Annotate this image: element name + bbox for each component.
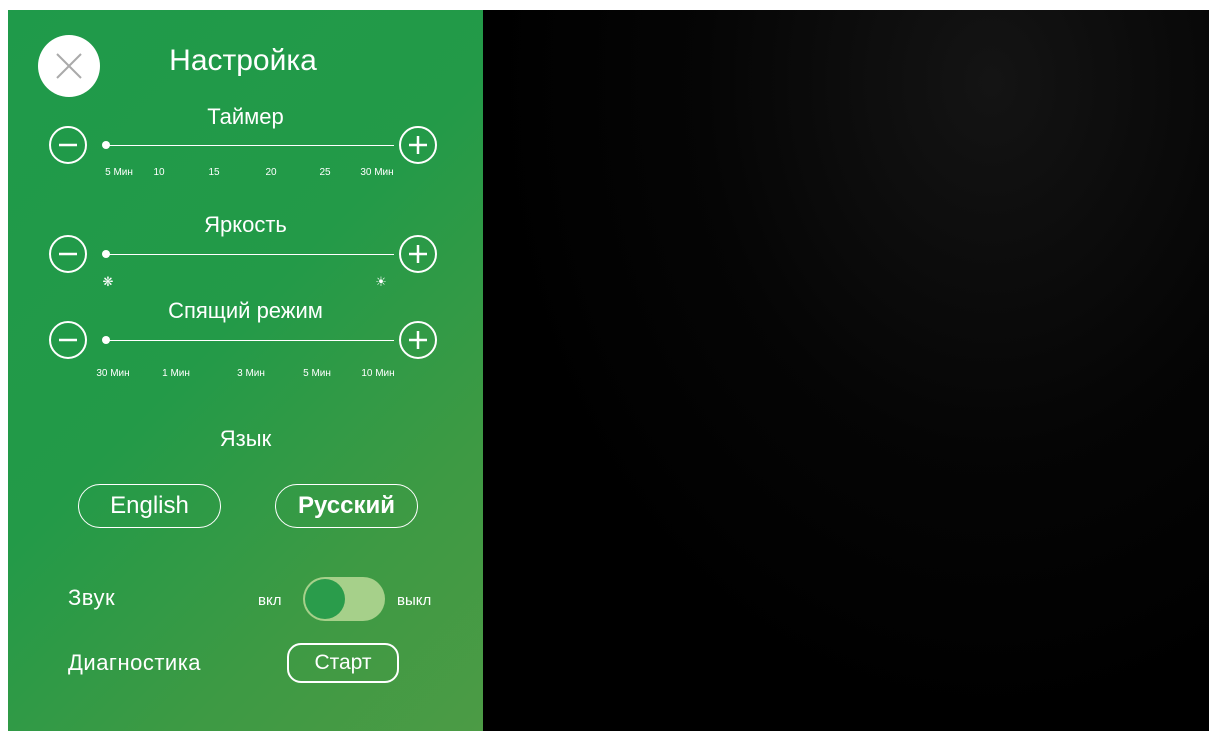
sleep-mode-label: Спящий режим xyxy=(168,298,323,323)
diagnostics-start-button[interactable]: Старт xyxy=(287,643,399,683)
diagnostics-label: Диагностика xyxy=(68,650,202,675)
sound-label: Звук xyxy=(68,585,116,610)
sound-toggle[interactable] xyxy=(303,577,385,621)
timer-tick: 30 Мин xyxy=(360,167,394,178)
brightness-slider-knob[interactable] xyxy=(102,250,110,258)
brightness-decrease-button[interactable] xyxy=(49,235,87,273)
plus-icon xyxy=(409,245,427,263)
close-button[interactable] xyxy=(38,35,100,97)
plus-icon xyxy=(409,331,427,349)
timer-tick: 15 xyxy=(208,167,220,178)
sleep-tick: 30 Мин xyxy=(96,368,130,379)
timer-slider-track[interactable] xyxy=(105,145,394,146)
timer-tick: 25 xyxy=(319,167,331,178)
sleep-tick: 10 Мин xyxy=(361,368,395,379)
sleep-decrease-button[interactable] xyxy=(49,321,87,359)
language-english-button[interactable]: English xyxy=(78,484,221,528)
sound-on-label: вкл xyxy=(258,592,282,609)
minus-icon xyxy=(59,338,77,342)
sleep-increase-button[interactable] xyxy=(399,321,437,359)
timer-tick: 10 xyxy=(153,167,165,178)
timer-tick-labels: 5 Мин 10 15 20 25 30 Мин xyxy=(88,167,408,181)
device-screen: Настройка Таймер 5 Мин 10 15 20 25 30 Ми… xyxy=(8,10,1209,731)
video-area xyxy=(483,10,1209,731)
timer-decrease-button[interactable] xyxy=(49,126,87,164)
brightness-slider-track[interactable] xyxy=(105,254,394,255)
language-russian-button[interactable]: Русский xyxy=(275,484,418,528)
page-title: Настройка xyxy=(169,44,317,77)
sleep-tick-labels: 30 Мин 1 Мин 3 Мин 5 Мин 10 Мин xyxy=(88,368,408,382)
brightness-increase-button[interactable] xyxy=(399,235,437,273)
settings-panel: Настройка Таймер 5 Мин 10 15 20 25 30 Ми… xyxy=(8,10,483,731)
brightness-label: Яркость xyxy=(204,212,287,237)
sleep-tick: 3 Мин xyxy=(237,368,265,379)
brightness-low-icon: ❋ xyxy=(102,274,114,289)
close-icon xyxy=(56,53,82,79)
sleep-slider-track[interactable] xyxy=(105,340,394,341)
language-label: Язык xyxy=(219,426,272,451)
sleep-tick: 1 Мин xyxy=(162,368,190,379)
sleep-tick: 5 Мин xyxy=(303,368,331,379)
timer-tick: 20 xyxy=(265,167,277,178)
timer-slider-knob[interactable] xyxy=(102,141,110,149)
minus-icon xyxy=(59,252,77,256)
sound-off-label: выкл xyxy=(397,592,432,609)
timer-tick: 5 Мин xyxy=(105,167,133,178)
sound-toggle-thumb xyxy=(305,579,345,619)
sleep-slider-knob[interactable] xyxy=(102,336,110,344)
timer-increase-button[interactable] xyxy=(399,126,437,164)
minus-icon xyxy=(59,143,77,147)
brightness-high-icon: ☀ xyxy=(375,274,387,289)
plus-icon xyxy=(409,136,427,154)
